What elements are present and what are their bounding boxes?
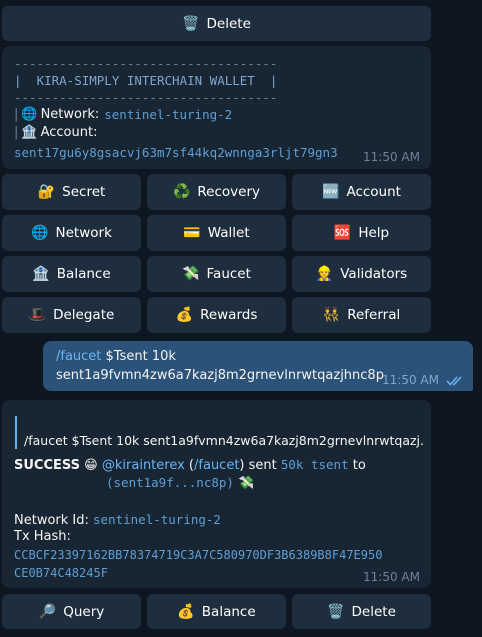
quote-bar bbox=[15, 416, 17, 449]
message-time: 11:50 AM bbox=[363, 150, 420, 164]
balance-label: Balance bbox=[56, 266, 111, 282]
reply-time: 11:50 AM bbox=[363, 570, 420, 584]
wastebasket-icon: 🗑️ bbox=[327, 603, 345, 620]
amount-value: 50k tsent bbox=[280, 457, 349, 472]
delete-label: Delete bbox=[351, 603, 396, 620]
outgoing-message: /faucet $Tsent 10k sent1a9fvmn4zw6a7kazj… bbox=[43, 341, 473, 391]
query-button[interactable]: 🔎 Query bbox=[2, 594, 141, 629]
tx-hash-line-1[interactable]: CCBCF23397162BB78374719C3A7C580970DF3B63… bbox=[14, 548, 382, 562]
hat-icon: 🎩 bbox=[28, 307, 47, 323]
double-check-icon bbox=[446, 372, 466, 386]
globe-icon: 🌐 bbox=[31, 225, 49, 241]
sos-icon: 🆘 bbox=[333, 225, 352, 241]
rewards-label: Rewards bbox=[200, 307, 258, 323]
network-value: sentinel-turing-2 bbox=[104, 107, 233, 122]
paren-open: ( bbox=[184, 458, 195, 473]
delete-label: Delete bbox=[206, 15, 251, 32]
sent-text: ) sent bbox=[239, 458, 281, 473]
new-icon: 🆕 bbox=[322, 184, 340, 200]
credit-card-icon: 💳 bbox=[183, 225, 201, 241]
network-line: | 🌐 Network: sentinel-turing-2 bbox=[14, 107, 232, 122]
globe-icon: 🌐 bbox=[21, 107, 38, 122]
to-text: to bbox=[348, 458, 366, 473]
bank-icon: 🏦 bbox=[21, 125, 38, 140]
delegate-button[interactable]: 🎩 Delegate bbox=[2, 297, 141, 333]
mention-link[interactable]: @kirainterex bbox=[102, 458, 185, 473]
tx-hash-line-2[interactable]: CE0B74C48245F bbox=[14, 566, 108, 580]
faucet-button[interactable]: 💸 Faucet bbox=[147, 256, 286, 292]
banner-dashes-bottom: ----------------------------------- bbox=[14, 90, 278, 105]
secret-label: Secret bbox=[62, 184, 106, 200]
grin-icon: 😁 bbox=[84, 458, 98, 473]
wallet-button[interactable]: 💳 Wallet bbox=[147, 215, 286, 251]
banner-dashes-top: ----------------------------------- bbox=[14, 56, 278, 71]
query-label: Query bbox=[63, 603, 105, 620]
faucet-command-link[interactable]: /faucet bbox=[56, 349, 101, 364]
network-prefix: | bbox=[14, 107, 19, 122]
money-wings-icon: 💸 bbox=[238, 476, 255, 491]
wastebasket-icon: 🗑️ bbox=[182, 15, 200, 32]
validators-label: Validators bbox=[340, 266, 408, 282]
money-bag-icon: 💰 bbox=[177, 603, 195, 620]
account-button[interactable]: 🆕 Account bbox=[292, 174, 431, 210]
account-address[interactable]: sent17gu6y8gsacvj63m7sf44kq2wnnga3rljt79… bbox=[14, 145, 338, 160]
faucet-cmd-link[interactable]: /faucet bbox=[194, 458, 239, 473]
address-line: (sent1a9f...nc8p) 💸 bbox=[106, 475, 254, 491]
delete-button-top[interactable]: 🗑️ Delete bbox=[2, 6, 431, 41]
success-line: SUCCESS 😁 @kirainterex (/faucet) sent 50… bbox=[14, 457, 366, 473]
network-button[interactable]: 🌐 Network bbox=[2, 215, 141, 251]
balance-button-bottom[interactable]: 💰 Balance bbox=[147, 594, 286, 629]
outgoing-address: sent1a9fvmn4zw6a7kazj8m2grnevlnrwtqazjhn… bbox=[56, 368, 384, 383]
balance-label: Balance bbox=[201, 603, 256, 620]
delete-button-bottom[interactable]: 🗑️ Delete bbox=[292, 594, 431, 629]
balance-button[interactable]: 🏦 Balance bbox=[2, 256, 141, 292]
success-label: SUCCESS bbox=[14, 458, 81, 473]
secret-button[interactable]: 🔐 Secret bbox=[2, 174, 141, 210]
lock-icon: 🔐 bbox=[37, 184, 56, 200]
people-icon: 👯 bbox=[322, 307, 341, 323]
help-label: Help bbox=[358, 225, 390, 241]
wallet-message: ----------------------------------- | KI… bbox=[2, 46, 431, 169]
help-button[interactable]: 🆘 Help bbox=[292, 215, 431, 251]
outgoing-time: 11:50 AM bbox=[382, 373, 439, 387]
referral-button[interactable]: 👯 Referral bbox=[292, 297, 431, 333]
faucet-label: Faucet bbox=[206, 266, 251, 282]
account-label: Account: bbox=[40, 125, 98, 140]
network-id-label: Network Id: bbox=[14, 513, 94, 528]
network-id-value: sentinel-turing-2 bbox=[93, 512, 221, 527]
validators-button[interactable]: 👷 Validators bbox=[292, 256, 431, 292]
money-bag-icon: 💰 bbox=[175, 307, 194, 323]
tx-hash-label: Tx Hash: bbox=[14, 529, 71, 544]
outgoing-text-rest: $Tsent 10k bbox=[101, 349, 176, 364]
recycle-icon: ♻️ bbox=[172, 184, 191, 200]
wallet-label: Wallet bbox=[207, 225, 250, 241]
recovery-label: Recovery bbox=[197, 184, 261, 200]
recovery-button[interactable]: ♻️ Recovery bbox=[147, 174, 286, 210]
network-id-line: Network Id: sentinel-turing-2 bbox=[14, 512, 221, 528]
account-prefix: | bbox=[14, 125, 19, 140]
address-short: (sent1a9f...nc8p) bbox=[106, 475, 234, 490]
money-wings-icon: 💸 bbox=[182, 266, 200, 282]
account-label: Account bbox=[346, 184, 401, 200]
delegate-label: Delegate bbox=[53, 307, 115, 323]
magnifier-icon: 🔎 bbox=[38, 603, 57, 620]
account-line: | 🏦 Account: bbox=[14, 125, 97, 140]
outgoing-text-line: /faucet $Tsent 10k bbox=[56, 349, 176, 364]
construction-worker-icon: 👷 bbox=[315, 266, 334, 282]
bank-icon: 🏦 bbox=[32, 266, 50, 282]
reply-message: /faucet $Tsent 10k sent1a9fvmn4zw6a7kazj… bbox=[2, 400, 431, 588]
network-label: Network bbox=[55, 225, 112, 241]
wallet-banner: | KIRA-SIMPLY INTERCHAIN WALLET | bbox=[14, 73, 278, 88]
rewards-button[interactable]: 💰 Rewards bbox=[147, 297, 286, 333]
quoted-message[interactable]: /faucet $Tsent 10k sent1a9fvmn4zw6a7kazj… bbox=[24, 433, 424, 448]
referral-label: Referral bbox=[347, 307, 401, 323]
network-label: Network: bbox=[40, 107, 100, 122]
